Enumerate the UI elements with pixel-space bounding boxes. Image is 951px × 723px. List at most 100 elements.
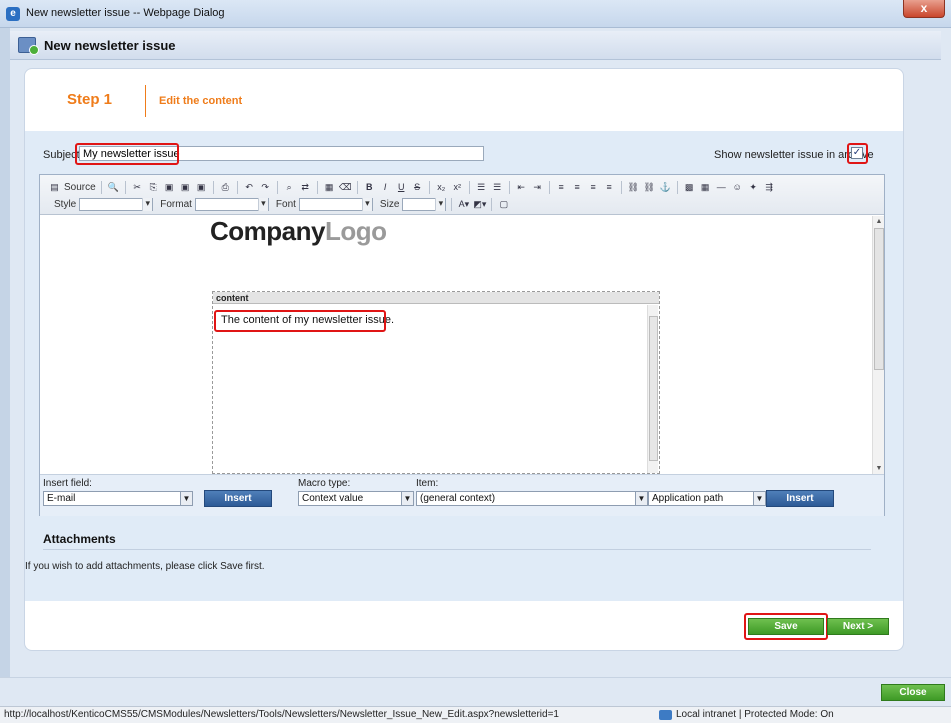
content-panel: Subject: Show newsletter issue in archiv… (25, 131, 903, 601)
unlink-icon[interactable]: ⛓ (643, 181, 656, 194)
content-highlight (214, 310, 386, 332)
anchor-icon[interactable]: ⚓ (659, 181, 672, 194)
find-icon[interactable]: ⌕ (283, 181, 296, 194)
paste-text-icon[interactable]: ▣ (179, 181, 192, 194)
content-scrollbar[interactable] (647, 305, 658, 473)
insert-field-select[interactable]: E-mail ▼ (43, 491, 193, 506)
close-button[interactable]: Close (881, 684, 945, 701)
insert-field-button[interactable]: Insert (204, 490, 272, 507)
status-url: http://localhost/KenticoCMS55/CMSModules… (4, 709, 559, 720)
content-scrollbar-thumb[interactable] (649, 316, 658, 461)
step-divider (145, 85, 146, 117)
toolbar-separator (548, 180, 550, 194)
source-icon[interactable]: ▤ (48, 181, 61, 194)
scroll-down-icon[interactable]: ▼ (873, 463, 885, 474)
item-path-select[interactable]: Application path ▼ (648, 491, 766, 506)
newsletter-add-icon (18, 37, 39, 55)
font-select[interactable] (298, 197, 373, 211)
macro-type-label: Macro type: (298, 478, 351, 489)
toolbar-separator (468, 180, 470, 194)
bulleted-list-icon[interactable]: ☰ (491, 181, 504, 194)
link-icon[interactable]: ⛓ (627, 181, 640, 194)
editor-canvas[interactable]: CompanyLogo content The content of my ne… (40, 216, 873, 474)
special-char-icon[interactable]: ✦ (747, 181, 760, 194)
item-label: Item: (416, 478, 439, 489)
indent-icon[interactable]: ⇥ (531, 181, 544, 194)
archive-highlight (847, 143, 868, 164)
size-select[interactable] (402, 197, 447, 211)
dialog-title: New newsletter issue (44, 38, 176, 53)
html-editor: ▤ Source 🔍 ✂ ⎘ ▣ ▣ ▣ ⎙ ↶ ↷ ⌕ ⇄ ▦ ⌫ B I U… (39, 174, 885, 516)
main-panel: Step 1 Edit the content Subject: Show ne… (24, 68, 904, 651)
editor-scrollbar[interactable]: ▲ ▼ (872, 216, 884, 474)
smiley-icon[interactable]: ☺ (731, 181, 744, 194)
dialog-header: New newsletter issue (10, 31, 941, 60)
save-highlight (744, 613, 828, 640)
chevron-down-icon: ▼ (635, 492, 647, 505)
toolbar-separator (491, 197, 493, 211)
macro-type-select[interactable]: Context value ▼ (298, 491, 414, 506)
select-all-icon[interactable]: ▦ (323, 181, 336, 194)
chevron-down-icon: ▼ (753, 492, 765, 505)
copy-icon[interactable]: ⎘ (147, 181, 160, 194)
subject-highlight (75, 143, 179, 165)
format-label: Format (160, 198, 192, 210)
toolbar-separator (428, 180, 430, 194)
page-break-icon[interactable]: ⇶ (763, 181, 776, 194)
toolbar-separator (316, 180, 318, 194)
align-center-icon[interactable]: ≡ (571, 181, 584, 194)
bold-icon[interactable]: B (363, 181, 376, 194)
window-titlebar: e New newsletter issue -- Webpage Dialog… (0, 0, 951, 28)
editor-toolbar: ▤ Source 🔍 ✂ ⎘ ▣ ▣ ▣ ⎙ ↶ ↷ ⌕ ⇄ ▦ ⌫ B I U… (40, 175, 884, 215)
style-label: Style (54, 198, 77, 210)
replace-icon[interactable]: ⇄ (299, 181, 312, 194)
align-justify-icon[interactable]: ≡ (603, 181, 616, 194)
background-color-icon[interactable]: ◩▾ (473, 198, 486, 211)
image-icon[interactable]: ▩ (683, 181, 696, 194)
company-logo: CompanyLogo (210, 216, 387, 246)
italic-icon[interactable]: I (379, 181, 392, 194)
toolbar-separator (451, 197, 453, 211)
format-select[interactable] (194, 197, 269, 211)
outdent-icon[interactable]: ⇤ (515, 181, 528, 194)
table-icon[interactable]: ▦ (699, 181, 712, 194)
print-icon[interactable]: ⎙ (219, 181, 232, 194)
attachments-title: Attachments (43, 532, 116, 546)
attachments-divider (43, 549, 871, 550)
source-button[interactable]: Source (64, 182, 96, 193)
font-label: Font (275, 198, 296, 210)
item-select[interactable]: (general context) ▼ (416, 491, 648, 506)
text-color-icon[interactable]: A▾ (457, 198, 470, 211)
toolbar-separator (356, 180, 358, 194)
horizontal-rule-icon[interactable]: ― (715, 181, 728, 194)
remove-format-icon[interactable]: ⌫ (339, 181, 352, 194)
attachments-text: If you wish to add attachments, please c… (25, 561, 265, 572)
insert-macro-button[interactable]: Insert (766, 490, 834, 507)
numbered-list-icon[interactable]: ☰ (475, 181, 488, 194)
next-button[interactable]: Next > (827, 618, 889, 635)
toolbar-row-2: Style Format Font Size A▾ ◩▾ ▢ (48, 196, 510, 212)
paste-word-icon[interactable]: ▣ (195, 181, 208, 194)
align-right-icon[interactable]: ≡ (587, 181, 600, 194)
toolbar-separator (620, 180, 622, 194)
editor-scrollbar-thumb[interactable] (874, 228, 884, 370)
ie-icon: e (6, 7, 20, 21)
preview-icon[interactable]: 🔍 (107, 181, 120, 194)
subscript-icon[interactable]: x₂ (435, 181, 448, 194)
toolbar-separator (124, 180, 126, 194)
strikethrough-icon[interactable]: S (411, 181, 424, 194)
window-title: New newsletter issue -- Webpage Dialog (26, 7, 225, 19)
undo-icon[interactable]: ↶ (243, 181, 256, 194)
style-select[interactable] (79, 197, 154, 211)
maximize-icon[interactable]: ▢ (497, 198, 510, 211)
align-left-icon[interactable]: ≡ (555, 181, 568, 194)
paste-icon[interactable]: ▣ (163, 181, 176, 194)
cut-icon[interactable]: ✂ (131, 181, 144, 194)
underline-icon[interactable]: U (395, 181, 408, 194)
scroll-up-icon[interactable]: ▲ (873, 216, 885, 227)
superscript-icon[interactable]: x² (451, 181, 464, 194)
toolbar-separator (236, 180, 238, 194)
window-close-button[interactable]: x (903, 0, 945, 18)
security-zone: Local intranet | Protected Mode: On (676, 709, 834, 720)
redo-icon[interactable]: ↷ (259, 181, 272, 194)
